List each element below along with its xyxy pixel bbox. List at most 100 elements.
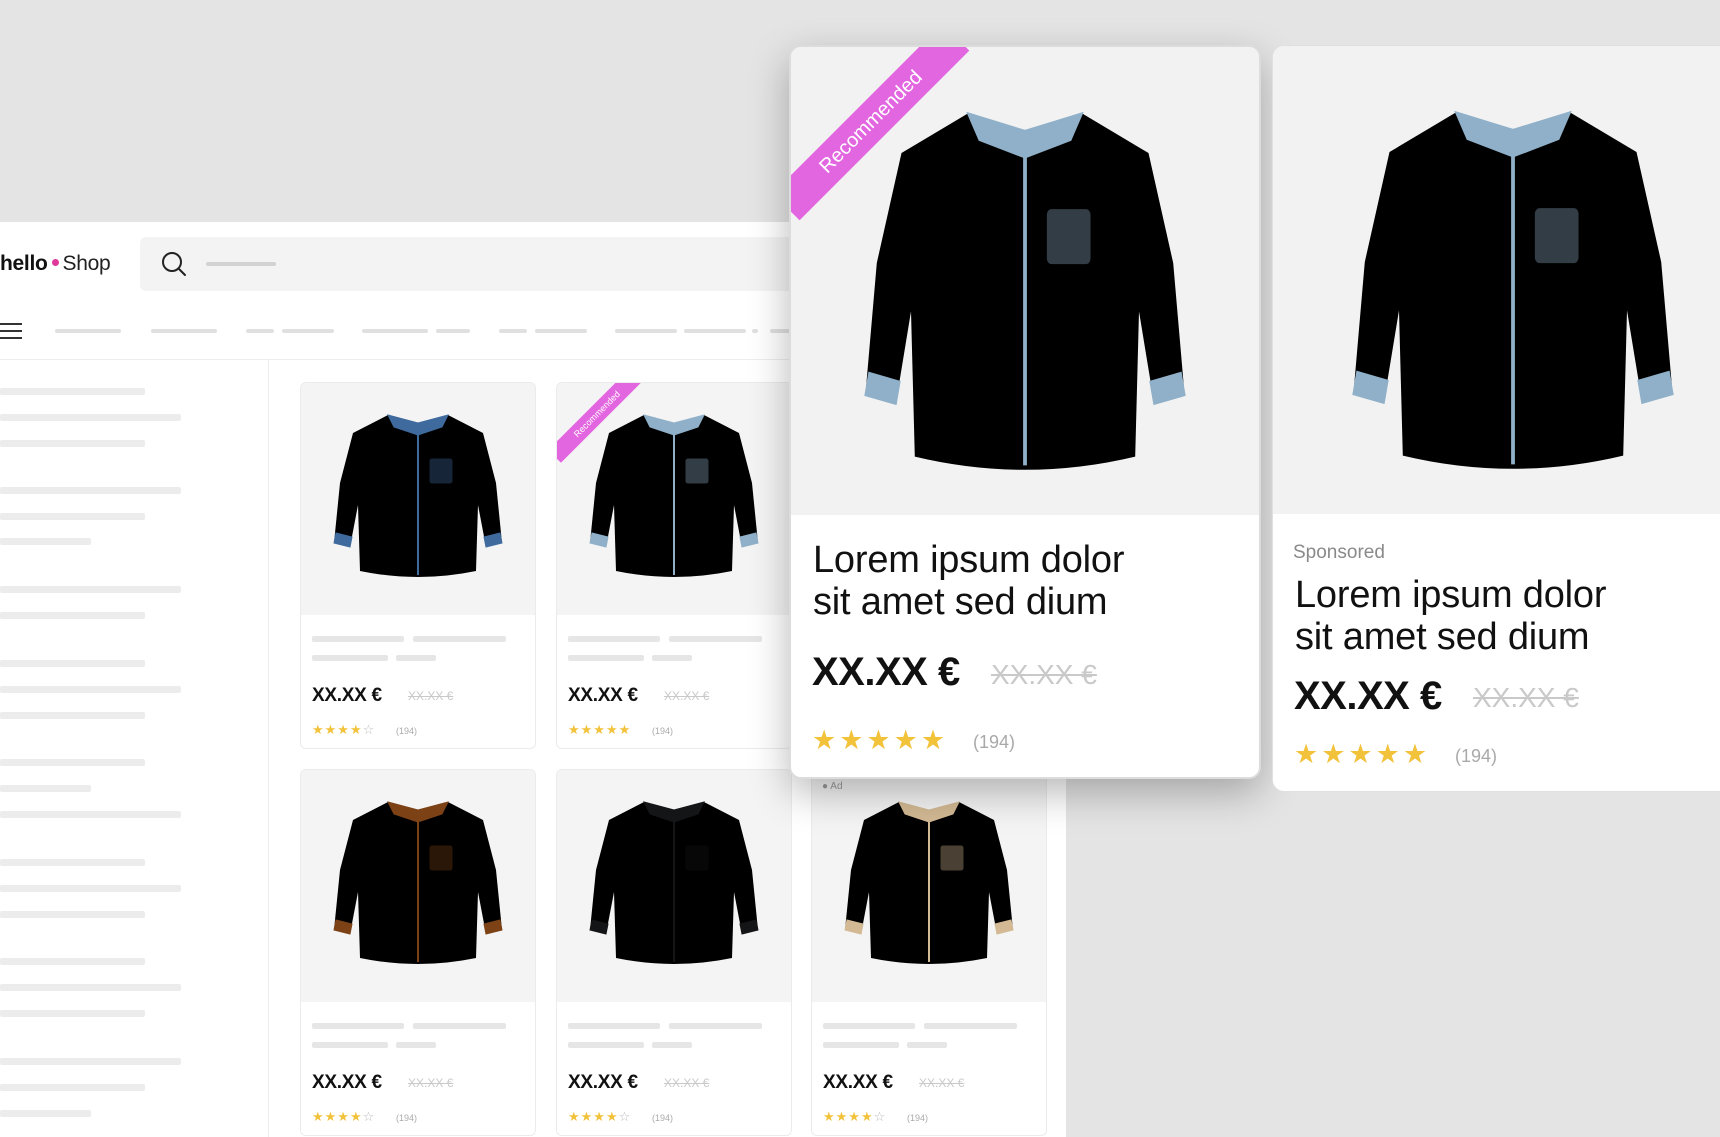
filter-item[interactable]	[0, 958, 145, 965]
title-line: sit amet sed dium	[1295, 616, 1590, 658]
star-rating: ★★★★★	[812, 725, 949, 755]
title-placeholder	[312, 655, 388, 661]
product-image[interactable]	[557, 770, 791, 1002]
star-rating: ★★★★★	[568, 722, 631, 738]
filter-item[interactable]	[0, 538, 91, 545]
price: XX.XX €	[1294, 674, 1442, 718]
title-placeholder	[568, 636, 660, 642]
title-line: sit amet sed dium	[813, 581, 1108, 623]
filter-item[interactable]	[0, 660, 145, 667]
nav-item[interactable]	[752, 329, 758, 333]
stars-filled: ★★★★	[568, 1109, 619, 1124]
ribbon-label: Recommended	[791, 47, 970, 221]
brand-logo[interactable]: hello Shop	[0, 252, 111, 276]
price: XX.XX €	[823, 1072, 893, 1093]
price: XX.XX €	[812, 650, 960, 694]
filter-item[interactable]	[0, 586, 181, 593]
title-placeholder	[568, 655, 644, 661]
product-card[interactable]: ● Ad XX.XX € XX.XX € ★★★★☆ (194)	[811, 769, 1047, 1136]
product-image[interactable]	[301, 383, 535, 615]
stars-filled: ★★★★	[312, 1109, 363, 1124]
nav-item[interactable]	[362, 329, 428, 333]
filter-item[interactable]	[0, 911, 145, 918]
filter-item[interactable]	[0, 984, 181, 991]
title-placeholder	[413, 636, 506, 642]
price: XX.XX €	[568, 1072, 638, 1093]
title-placeholder	[312, 1042, 388, 1048]
featured-product-card[interactable]: Recommended Lorem ipsum dolor sit amet s…	[789, 45, 1261, 779]
stars-empty: ☆	[362, 1109, 376, 1124]
nav-item[interactable]	[436, 329, 470, 333]
price: XX.XX €	[312, 685, 382, 706]
title-placeholder	[652, 1042, 692, 1048]
star-rating: ★★★★☆	[312, 1109, 375, 1125]
filter-item[interactable]	[0, 388, 145, 395]
nav-item[interactable]	[615, 329, 677, 333]
review-count: (194)	[396, 726, 418, 736]
price: XX.XX €	[568, 685, 638, 706]
title-line: Lorem ipsum dolor	[813, 539, 1125, 581]
nav-item[interactable]	[55, 329, 121, 333]
product-card[interactable]: Recommended XX.XX € XX.XX € ★★★★★ (194)	[556, 382, 792, 749]
product-image[interactable]	[812, 770, 1046, 1002]
nav-item[interactable]	[684, 329, 746, 333]
old-price: XX.XX €	[408, 689, 454, 703]
title-placeholder	[669, 636, 762, 642]
ad-badge: ● Ad	[822, 781, 843, 792]
filter-item[interactable]	[0, 1010, 145, 1017]
filter-item[interactable]	[0, 785, 91, 792]
title-placeholder	[907, 1042, 947, 1048]
star-rating: ★★★★☆	[312, 722, 375, 738]
filter-item[interactable]	[0, 885, 181, 892]
filter-item[interactable]	[0, 811, 181, 818]
review-count: (194)	[907, 1113, 929, 1123]
old-price: XX.XX €	[991, 659, 1097, 690]
review-count: (194)	[973, 732, 1016, 752]
filter-item[interactable]	[0, 1110, 91, 1117]
title-placeholder	[924, 1023, 1017, 1029]
price: XX.XX €	[312, 1072, 382, 1093]
filter-item[interactable]	[0, 513, 145, 520]
stars-filled: ★★★★	[312, 722, 363, 737]
sponsored-product-card[interactable]: Sponsored Lorem ipsum dolor sit amet sed…	[1272, 45, 1720, 792]
filter-item[interactable]	[0, 440, 145, 447]
nav-item[interactable]	[499, 329, 527, 333]
title-placeholder	[652, 655, 692, 661]
product-card[interactable]: XX.XX € XX.XX € ★★★★☆ (194)	[556, 769, 792, 1136]
old-price: XX.XX €	[664, 1076, 710, 1090]
ribbon-label: Recommended	[557, 383, 646, 463]
nav-item[interactable]	[282, 329, 334, 333]
product-card[interactable]: XX.XX € XX.XX € ★★★★☆ (194)	[300, 382, 536, 749]
filter-item[interactable]	[0, 1058, 181, 1065]
brand-dot	[51, 259, 59, 267]
filter-item[interactable]	[0, 487, 181, 494]
star-rating: ★★★★☆	[568, 1109, 631, 1125]
sponsored-product-image[interactable]	[1273, 46, 1720, 514]
product-image[interactable]	[301, 770, 535, 1002]
filter-item[interactable]	[0, 859, 145, 866]
filter-item[interactable]	[0, 686, 181, 693]
shirt-image	[574, 780, 774, 980]
title-placeholder	[669, 1023, 762, 1029]
shirt-image	[1323, 64, 1703, 504]
search-icon[interactable]	[160, 250, 188, 278]
sidebar-divider	[268, 359, 269, 1137]
nav-item[interactable]	[151, 329, 217, 333]
filter-item[interactable]	[0, 712, 145, 719]
nav-item[interactable]	[246, 329, 274, 333]
review-count: (194)	[652, 1113, 674, 1123]
recommended-ribbon: Recommended	[791, 47, 971, 227]
product-title: Lorem ipsum dolor sit amet sed dium	[813, 539, 1124, 623]
product-card[interactable]: XX.XX € XX.XX € ★★★★☆ (194)	[300, 769, 536, 1136]
filter-item[interactable]	[0, 612, 145, 619]
filter-item[interactable]	[0, 414, 181, 421]
filter-item[interactable]	[0, 1084, 145, 1091]
nav-item[interactable]	[535, 329, 587, 333]
recommended-ribbon: Recommended	[557, 383, 647, 473]
product-title: Lorem ipsum dolor sit amet sed dium	[1295, 574, 1606, 658]
menu-icon[interactable]	[0, 321, 24, 341]
shirt-image	[318, 393, 518, 593]
shirt-image	[829, 780, 1029, 980]
filter-item[interactable]	[0, 759, 145, 766]
shirt-image	[318, 780, 518, 980]
